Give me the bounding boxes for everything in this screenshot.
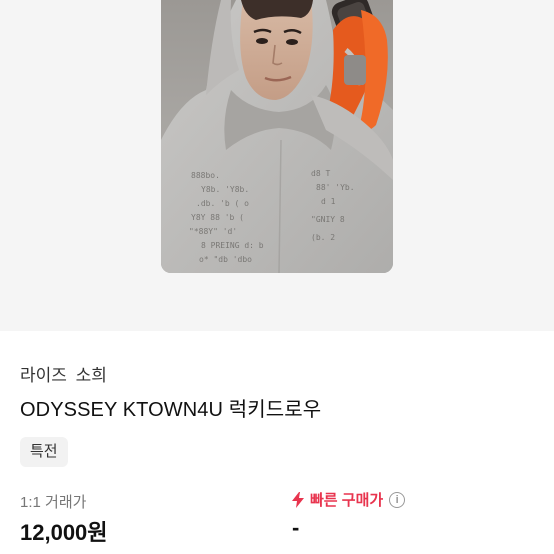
info-icon[interactable]: i [389,491,406,508]
fast-buy-price-value: - [292,515,300,540]
svg-text:(b. 2: (b. 2 [311,233,335,242]
lightning-icon [292,491,304,508]
product-title: ODYSSEY KTOWN4U 럭키드로우 [20,399,322,421]
fast-buy-text: 빠른 구매가 [310,492,384,509]
svg-text:888bo.: 888bo. [191,171,220,180]
svg-text:"GNIY 8: "GNIY 8 [311,215,345,224]
fast-buy-price-label: 빠른 구매가 i [292,489,406,510]
photo-illustration: 888bo. Y8b. 'Y8b. .db. 'b ( o Y8Y 88 'b … [161,0,393,273]
product-info: 라이즈 소희 ODYSSEY KTOWN4U 럭키드로우 특전 1:1 거래가 … [0,331,554,554]
svg-text:8 PREING d: b: 8 PREING d: b [201,241,264,250]
svg-text:d8 T: d8 T [311,169,330,178]
svg-text:.db. 'b ( o: .db. 'b ( o [196,199,249,208]
price-value: 12,000원 [20,520,108,545]
member-name: 소희 [75,366,107,385]
svg-text:"*88Y" 'd': "*88Y" 'd' [189,227,237,236]
price-label: 1:1 거래가 [20,494,87,511]
svg-text:Y8b. 'Y8b.: Y8b. 'Y8b. [201,185,249,194]
benefit-tag: 특전 [20,437,68,467]
svg-text:Y8Y 88 'b (: Y8Y 88 'b ( [191,213,244,222]
svg-text:d 1: d 1 [321,197,336,206]
photocard-image[interactable]: 888bo. Y8b. 'Y8b. .db. 'b ( o Y8Y 88 'b … [161,0,393,273]
artist-name[interactable]: 라이즈 [20,366,67,385]
svg-text:o* "db 'dbo: o* "db 'dbo [199,255,252,264]
svg-text:88' 'Yb.: 88' 'Yb. [316,183,355,192]
product-image-area: 888bo. Y8b. 'Y8b. .db. 'b ( o Y8Y 88 'b … [0,0,554,331]
artist-line: 라이즈 소희 [20,361,107,386]
